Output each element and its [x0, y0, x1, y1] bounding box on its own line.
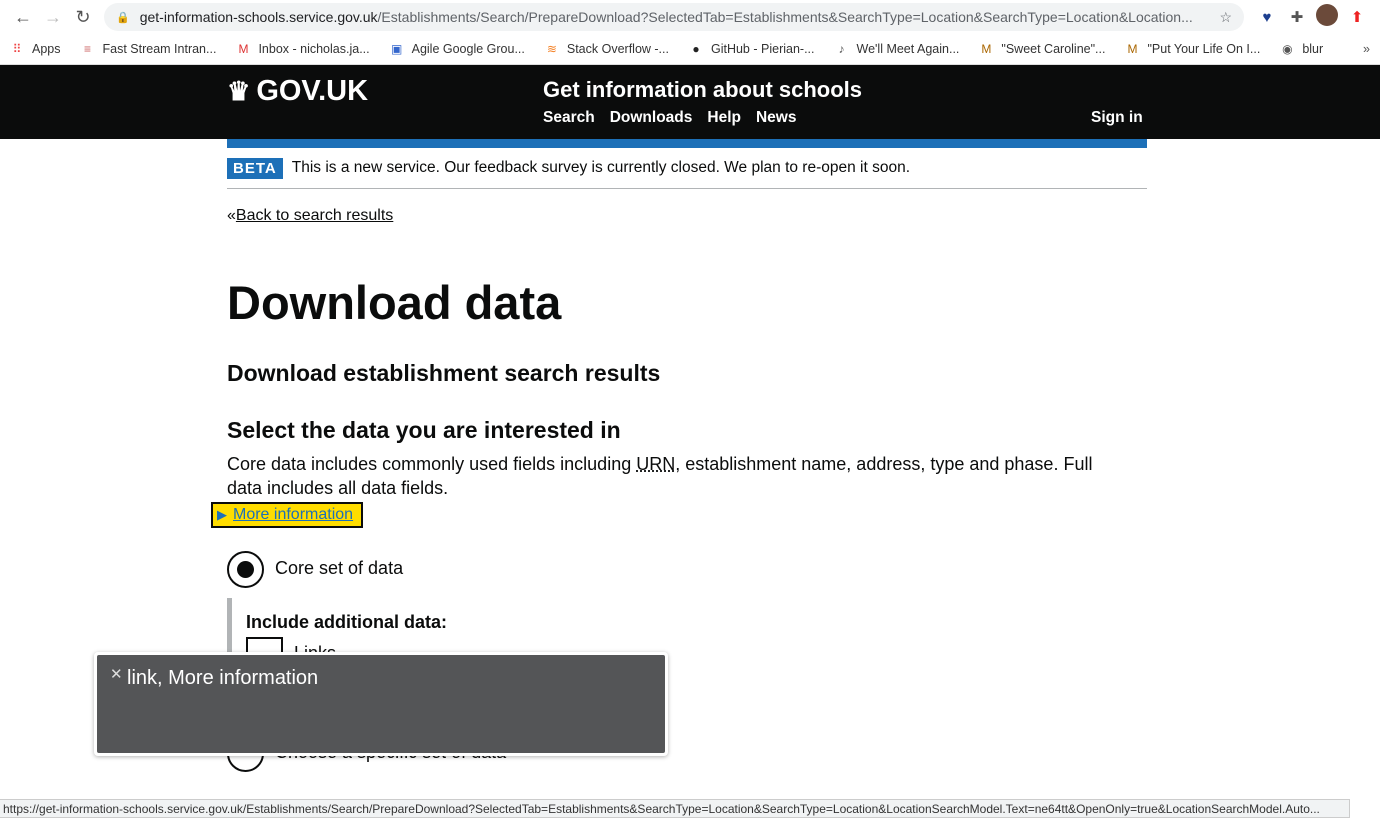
- bookmark-label: GitHub - Pierian-...: [710, 42, 815, 56]
- harp-icon: ♪: [838, 42, 845, 56]
- beta-text: This is a new service. Our feedback surv…: [291, 159, 911, 176]
- bookmark-item[interactable]: ▣ Agile Google Grou...: [390, 42, 525, 56]
- back-prefix: «: [227, 207, 236, 224]
- voiceover-caption-panel: ✕ link, More information: [94, 652, 668, 756]
- govuk-header: ♛ GOV.UK Get information about schools Se…: [0, 65, 1380, 139]
- star-icon[interactable]: ☆: [1211, 9, 1232, 26]
- bookmark-item[interactable]: ◉ blur: [1280, 42, 1323, 56]
- section-heading: Select the data you are interested in: [227, 417, 621, 443]
- beta-tag: BETA: [227, 157, 283, 179]
- reload-icon[interactable]: ↻: [68, 7, 98, 28]
- beta-banner: BETA This is a new service. Our feedback …: [227, 148, 1147, 189]
- crown-icon: ♛: [227, 76, 251, 106]
- body-text: Core data includes commonly used fields …: [227, 452, 1127, 500]
- bookmark-item[interactable]: ≡ Fast Stream Intran...: [81, 42, 217, 56]
- back-to-search-results-link[interactable]: Back to search results: [236, 207, 393, 224]
- more-information-link[interactable]: More information: [233, 506, 353, 524]
- lock-icon: 🔒: [116, 11, 130, 24]
- core-data-label[interactable]: Core set of data: [275, 558, 403, 579]
- status-bar-url: https://get-information-schools.service.…: [0, 799, 1350, 818]
- bookmark-label: We'll Meet Again...: [856, 42, 960, 56]
- bookmark-item[interactable]: M Inbox - nicholas.ja...: [236, 42, 369, 56]
- browser-chrome: ← → ↻ 🔒 get-information-schools.service.…: [0, 0, 1380, 65]
- profile-avatar[interactable]: [1312, 4, 1342, 30]
- body-pre: Core data includes commonly used fields …: [227, 454, 637, 474]
- nav-help[interactable]: Help: [707, 109, 741, 127]
- url-host: get-information-schools.service.gov.uk: [139, 9, 378, 25]
- password-extension-icon[interactable]: ♥: [1252, 9, 1282, 26]
- bookmark-item[interactable]: M "Put Your Life On I...: [1125, 42, 1260, 56]
- nav-downloads[interactable]: Downloads: [610, 109, 693, 127]
- github-icon: ●: [692, 42, 700, 56]
- nav-search[interactable]: Search: [543, 109, 595, 127]
- bookmark-label: blur: [1302, 42, 1324, 56]
- page-subtitle: Download establishment search results: [227, 360, 661, 386]
- header-blue-bar: [227, 139, 1147, 148]
- url-path: /Establishments/Search/PrepareDownload?S…: [377, 9, 1193, 25]
- bookmark-item[interactable]: ♪ We'll Meet Again...: [835, 42, 960, 56]
- govuk-logo[interactable]: ♛ GOV.UK: [227, 75, 368, 108]
- close-icon[interactable]: ✕: [110, 665, 123, 683]
- fast-stream-icon: ≡: [83, 42, 91, 56]
- bookmarks-bar: ⠿ Apps ≡ Fast Stream Intran... M Inbox - nich…: [0, 34, 1380, 64]
- bookmark-item[interactable]: ≋ Stack Overflow -...: [545, 42, 669, 56]
- m-icon: M: [1127, 42, 1138, 56]
- core-data-radio[interactable]: [227, 551, 264, 588]
- header-nav: Search Downloads Help News: [543, 109, 796, 127]
- address-bar[interactable]: 🔒 get-information-schools.service.gov.uk…: [104, 3, 1244, 31]
- page-title: Download data: [227, 276, 562, 329]
- apps-grid-icon: ⠿: [12, 42, 22, 56]
- triangle-right-icon: ▶: [217, 507, 227, 522]
- additional-data-label: Include additional data:: [246, 612, 448, 632]
- extensions-puzzle-icon[interactable]: ✚: [1282, 8, 1312, 26]
- forward-arrow-icon[interactable]: →: [38, 7, 68, 28]
- radio-selected-dot: [237, 561, 254, 578]
- bookmark-label: "Sweet Caroline"...: [1001, 42, 1106, 56]
- bookmark-item[interactable]: ⠿ Apps: [10, 42, 61, 56]
- main-content: BETA This is a new service. Our feedback …: [227, 148, 1147, 500]
- bookmark-item[interactable]: M "Sweet Caroline"...: [979, 42, 1105, 56]
- back-arrow-icon[interactable]: ←: [8, 7, 38, 28]
- stack-overflow-icon: ≋: [546, 42, 557, 56]
- browser-toolbar: ← → ↻ 🔒 get-information-schools.service.…: [0, 0, 1380, 34]
- back-link: «Back to search results: [227, 207, 1147, 225]
- conditional-border: [227, 598, 232, 658]
- bookmark-label: Inbox - nicholas.ja...: [258, 42, 370, 56]
- m-icon: M: [981, 42, 992, 56]
- update-icon[interactable]: ⬆: [1342, 8, 1372, 26]
- bookmark-item[interactable]: ● GitHub - Pierian-...: [689, 42, 815, 56]
- bookmark-label: Apps: [32, 42, 61, 56]
- bookmark-label: Agile Google Grou...: [411, 42, 525, 56]
- urn-abbr: URN: [636, 454, 676, 474]
- voiceover-text: link, More information: [127, 667, 319, 689]
- globe-icon: ◉: [1282, 42, 1293, 56]
- logo-text: GOV.UK: [256, 75, 369, 107]
- google-groups-icon: ▣: [390, 42, 403, 56]
- nav-news[interactable]: News: [756, 109, 797, 127]
- more-information-details[interactable]: ▶ More information: [211, 502, 363, 528]
- service-name[interactable]: Get information about schools: [543, 77, 862, 103]
- more-bookmarks-button[interactable]: »: [1363, 42, 1370, 56]
- bookmark-label: Fast Stream Intran...: [102, 42, 217, 56]
- gmail-icon: M: [238, 42, 249, 56]
- sign-in-link[interactable]: Sign in: [1091, 109, 1143, 127]
- bookmark-label: "Put Your Life On I...: [1147, 42, 1261, 56]
- bookmark-label: Stack Overflow -...: [566, 42, 669, 56]
